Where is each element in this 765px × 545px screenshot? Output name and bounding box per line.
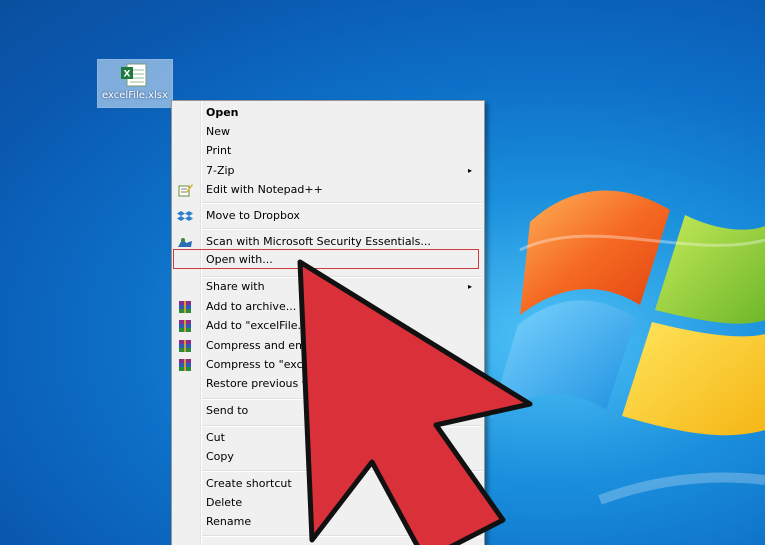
dropbox-icon (177, 211, 193, 221)
svg-text:X: X (124, 70, 131, 80)
menu-item-label: Move to Dropbox (206, 209, 300, 222)
logo-green-pane (655, 215, 765, 324)
menu-item-label: Copy (206, 450, 234, 463)
menu-item-label: Edit with Notepad++ (206, 183, 323, 196)
menu-item-move-to-dropbox[interactable]: Move to Dropbox (172, 206, 484, 226)
desktop-file-icon[interactable]: X excelFile.xlsx (97, 59, 173, 108)
winrar-icon (179, 359, 191, 371)
menu-item-label: Send to (206, 404, 249, 417)
winrar-icon (179, 340, 191, 352)
winrar-icon (179, 320, 191, 332)
context-menu: Open New Print 7-Zip ▸ Edit with Notepad… (171, 100, 485, 545)
winrar-icon (179, 301, 191, 313)
menu-separator (202, 398, 482, 400)
menu-item-label: Share with (206, 280, 265, 293)
menu-separator (202, 470, 482, 472)
menu-item-create-shortcut[interactable]: Create shortcut (172, 474, 484, 494)
menu-item-label: Restore previous ver (206, 377, 320, 390)
submenu-arrow-icon: ▸ (467, 166, 472, 175)
menu-item-label: Print (206, 144, 232, 157)
menu-item-send-to[interactable]: Send to (172, 401, 484, 421)
open-with-highlight-box (173, 249, 479, 269)
menu-item-label: Rename (206, 515, 252, 528)
menu-item-label: New (206, 125, 230, 138)
menu-item-cut[interactable]: Cut (172, 428, 484, 448)
excel-file-icon: X (121, 63, 147, 87)
menu-item-delete[interactable]: Delete (172, 493, 484, 513)
menu-item-label: 7-Zip (206, 164, 235, 177)
menu-item-label: Compress and ema (206, 339, 313, 352)
menu-item-copy[interactable]: Copy (172, 447, 484, 467)
menu-item-label: Add to "excelFile.ra (206, 319, 313, 332)
menu-item-compress-to[interactable]: Compress to "excel (172, 355, 484, 375)
menu-item-label: Delete (206, 496, 243, 509)
menu-item-open[interactable]: Open (172, 103, 484, 123)
menu-item-label: Add to archive... (206, 300, 297, 313)
menu-item-label: Cut (206, 431, 225, 444)
menu-item-add-to-rar[interactable]: Add to "excelFile.ra (172, 316, 484, 336)
menu-separator (202, 228, 482, 230)
security-essentials-icon (178, 238, 192, 247)
logo-yellow-pane (622, 322, 765, 436)
menu-item-7zip[interactable]: 7-Zip ▸ (172, 161, 484, 181)
menu-item-restore-previous-versions[interactable]: Restore previous ver (172, 374, 484, 394)
menu-item-label: Create shortcut (206, 477, 292, 490)
submenu-arrow-icon: ▸ (467, 282, 472, 291)
menu-item-label: Compress to "excel (206, 358, 313, 371)
notepad-plus-plus-icon (178, 184, 193, 197)
menu-separator (202, 535, 482, 537)
menu-item-new[interactable]: New (172, 122, 484, 142)
logo-blue-pane (490, 300, 636, 418)
menu-item-add-to-archive[interactable]: Add to archive... (172, 297, 484, 317)
logo-red-pane (520, 190, 670, 315)
menu-separator (202, 202, 482, 204)
menu-item-edit-notepad[interactable]: Edit with Notepad++ (172, 180, 484, 200)
menu-item-compress-and-email[interactable]: Compress and ema (172, 336, 484, 356)
desktop-file-label: excelFile.xlsx (102, 90, 168, 101)
menu-item-print[interactable]: Print (172, 141, 484, 161)
menu-item-label: Open (206, 106, 239, 119)
menu-separator (202, 425, 482, 427)
menu-item-share-with[interactable]: Share with ▸ (172, 277, 484, 297)
menu-item-rename[interactable]: Rename (172, 512, 484, 532)
desktop: X excelFile.xlsx Open New Print 7-Zip ▸ … (0, 0, 765, 545)
